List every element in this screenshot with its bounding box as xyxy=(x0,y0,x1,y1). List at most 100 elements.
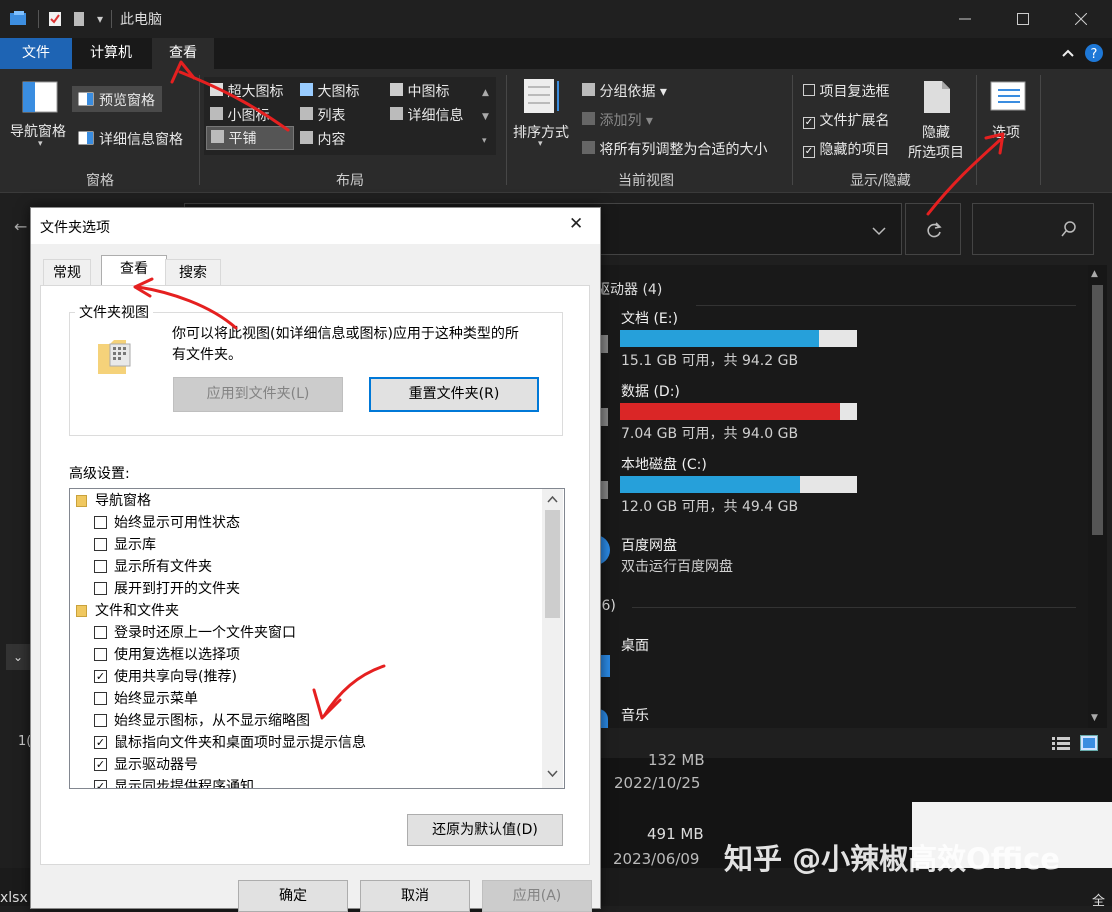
hidden-items-checkbox[interactable]: ✓ xyxy=(803,146,815,158)
explorer-icon xyxy=(10,11,26,25)
drive-tile-c[interactable]: 本地磁盘 (C:) 12.0 GB 可用，共 49.4 GB xyxy=(596,451,1076,519)
drive-info: 12.0 GB 可用，共 49.4 GB xyxy=(621,499,799,515)
setting-checkbox[interactable]: ✓ xyxy=(94,780,107,788)
hide-selected-label-1[interactable]: 隐藏 xyxy=(922,122,950,142)
layout-scroll-icon[interactable]: ▲ ▼ ▾ xyxy=(482,81,489,153)
qa-dropdown-icon[interactable]: ▾ xyxy=(97,12,103,26)
scroll-thumb[interactable] xyxy=(1092,285,1103,535)
item-checkboxes-checkbox[interactable] xyxy=(803,84,815,96)
nav-pane-button[interactable]: 导航窗格 xyxy=(10,121,66,141)
file-extensions-toggle[interactable]: ✓ 文件扩展名 xyxy=(803,110,889,130)
collapse-ribbon-icon[interactable] xyxy=(1060,45,1076,65)
setting-checkbox[interactable] xyxy=(94,626,107,639)
file-extensions-label: 文件扩展名 xyxy=(819,113,890,129)
taskbar-file-label[interactable]: xlsx xyxy=(0,890,28,906)
folder-icon xyxy=(76,495,87,507)
ok-button[interactable]: 确定 xyxy=(238,880,348,912)
layout-medium-icons[interactable]: 中图标 xyxy=(390,81,449,101)
layout-extra-large-icons[interactable]: 超大图标 xyxy=(210,81,283,101)
scroll-up-icon[interactable]: ▲ xyxy=(1091,269,1098,279)
layout-small-icons[interactable]: 小图标 xyxy=(210,105,269,125)
tab-view[interactable]: 查看 xyxy=(152,38,214,69)
layout-large-icons[interactable]: 大图标 xyxy=(300,81,359,101)
drive-usage-bar xyxy=(620,330,857,347)
drive-usage-fill xyxy=(620,330,820,347)
setting-checkbox[interactable] xyxy=(94,560,107,573)
details-pane-icon xyxy=(78,131,94,145)
scroll-up-icon[interactable] xyxy=(547,495,558,503)
hide-selected-label-2[interactable]: 所选项目 xyxy=(908,142,964,162)
setting-label: 显示库 xyxy=(114,537,156,553)
baidu-netdisk-tile[interactable]: 百度网盘 双击运行百度网盘 xyxy=(594,527,1076,577)
setting-checkbox[interactable] xyxy=(94,714,107,727)
dialog-close-icon[interactable]: ✕ xyxy=(569,214,583,234)
tab-computer[interactable]: 计算机 xyxy=(76,38,146,69)
back-arrow-icon[interactable]: ← xyxy=(14,217,27,236)
content-icon xyxy=(300,131,313,144)
tab-view[interactable]: 查看 xyxy=(101,255,167,288)
drive-name: 本地磁盘 (C:) xyxy=(621,457,707,473)
apply-to-folders-button[interactable]: 应用到文件夹(L) xyxy=(173,377,343,412)
item-checkboxes-label: 项目复选框 xyxy=(819,84,890,100)
details-pane-label: 详细信息窗格 xyxy=(99,132,183,148)
setting-checkbox[interactable] xyxy=(94,648,107,661)
folder-name: 音乐 xyxy=(621,708,649,724)
drive-name: 数据 (D:) xyxy=(621,384,680,400)
refresh-button[interactable] xyxy=(905,203,961,255)
cancel-button[interactable]: 取消 xyxy=(360,880,470,912)
background-window-edge xyxy=(912,758,1112,802)
scroll-down-icon[interactable] xyxy=(547,770,558,778)
setting-checkbox[interactable]: ✓ xyxy=(94,670,107,683)
drive-info: 7.04 GB 可用，共 94.0 GB xyxy=(621,426,799,442)
setting-checkbox[interactable] xyxy=(94,538,107,551)
setting-checkbox[interactable]: ✓ xyxy=(94,736,107,749)
drive-tile-d[interactable]: 数据 (D:) 7.04 GB 可用，共 94.0 GB xyxy=(596,378,1076,446)
restore-defaults-button[interactable]: 还原为默认值(D) xyxy=(407,814,563,846)
reset-folders-button[interactable]: 重置文件夹(R) xyxy=(369,377,539,412)
large-icons-view-icon[interactable] xyxy=(1080,735,1098,751)
content-scrollbar[interactable]: ▲ ▼ xyxy=(1088,265,1107,728)
close-button[interactable] xyxy=(1052,0,1110,38)
list-scrollbar[interactable] xyxy=(542,489,563,788)
file-extensions-checkbox[interactable]: ✓ xyxy=(803,117,815,129)
apply-button[interactable]: 应用(A) xyxy=(482,880,592,912)
nav-pane-icon xyxy=(22,81,60,119)
help-icon[interactable]: ? xyxy=(1084,43,1104,67)
setting-label: 始终显示图标，从不显示缩略图 xyxy=(114,713,310,729)
tab-general[interactable]: 常规 xyxy=(43,259,91,286)
properties-icon[interactable] xyxy=(47,10,63,28)
folder-desktop[interactable]: 桌面 xyxy=(596,631,796,681)
drive-tile-e[interactable]: 文档 (E:) 15.1 GB 可用，共 94.2 GB xyxy=(596,305,1076,373)
hidden-items-toggle[interactable]: ✓ 隐藏的项目 xyxy=(803,139,889,159)
layout-content[interactable]: 内容 xyxy=(300,129,345,149)
minimize-button[interactable] xyxy=(936,0,994,38)
layout-tiles[interactable]: 平铺 xyxy=(206,126,294,150)
tab-file[interactable]: 文件 xyxy=(0,38,72,69)
group-by-button[interactable]: 分组依据 ▾ xyxy=(582,81,667,101)
layout-details[interactable]: 详细信息 xyxy=(390,105,463,125)
list-scroll-thumb[interactable] xyxy=(545,510,560,618)
add-column-button[interactable]: 添加列 ▾ xyxy=(582,110,653,130)
setting-checkbox[interactable]: ✓ xyxy=(94,758,107,771)
layout-list[interactable]: 列表 xyxy=(300,105,345,125)
setting-label: 始终显示菜单 xyxy=(114,691,198,707)
tab-search[interactable]: 搜索 xyxy=(165,259,221,286)
search-input[interactable] xyxy=(972,203,1094,255)
details-view-icon[interactable] xyxy=(1052,736,1070,750)
scroll-down-icon[interactable]: ▼ xyxy=(1091,713,1098,723)
item-checkboxes-toggle[interactable]: 项目复选框 xyxy=(803,81,889,101)
new-folder-icon[interactable] xyxy=(71,10,87,28)
preview-pane-button[interactable]: 预览窗格 xyxy=(72,86,162,112)
expand-pane-icon[interactable]: ⌄ xyxy=(6,644,30,670)
setting-checkbox[interactable] xyxy=(94,516,107,529)
address-dropdown-icon[interactable] xyxy=(872,221,886,240)
setting-checkbox[interactable] xyxy=(94,692,107,705)
fit-columns-button[interactable]: 将所有列调整为合适的大小 xyxy=(582,139,767,159)
setting-checkbox[interactable] xyxy=(94,582,107,595)
close-icon xyxy=(1075,13,1087,25)
advanced-settings-list[interactable]: 导航窗格 始终显示可用性状态 显示库 显示所有文件夹 展开到打开的文件夹 文件和文件夹 登录… xyxy=(69,488,565,789)
folder-music[interactable]: 音乐 xyxy=(596,701,796,728)
drives-header[interactable]: 驱动器 (4) xyxy=(596,279,662,299)
options-button[interactable]: 选项 xyxy=(992,122,1020,142)
maximize-button[interactable] xyxy=(994,0,1052,38)
